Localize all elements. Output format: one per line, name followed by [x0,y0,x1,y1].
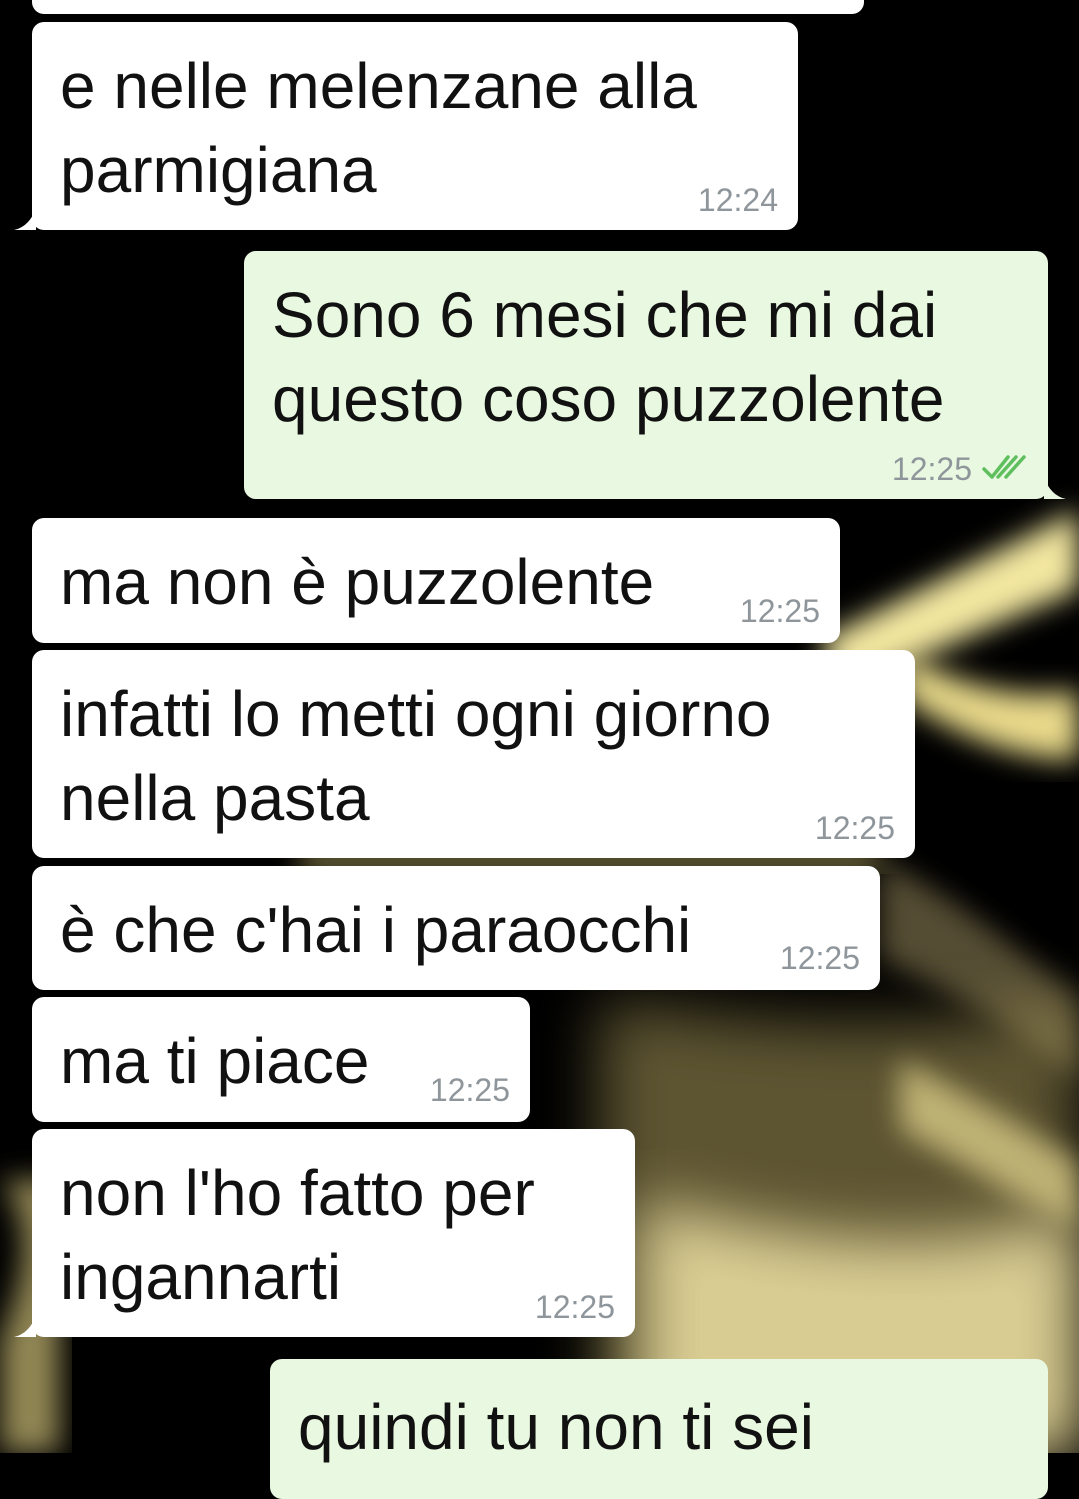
message-bubble-outgoing[interactable]: quindi tu non ti sei [270,1359,1048,1499]
message-text: infatti lo metti ogni giorno nella pasta [60,678,772,834]
message-timestamp: 12:24 [697,182,778,218]
message-text: quindi tu non ti sei [298,1391,814,1463]
bubble-tail [14,1315,36,1337]
message-bubble-incoming[interactable]: non l'ho fatto per ingannarti 12:25 [14,1129,635,1337]
message-bubble-incoming[interactable]: ma non è puzzolente 12:25 [32,518,840,643]
bubble-tail [1044,477,1066,499]
message-text: Sono 6 mesi che mi dai questo coso puzzo… [272,279,945,435]
message-bubble-incoming[interactable]: è che c'hai i paraocchi 12:25 [32,866,880,990]
double-check-icon [982,455,1026,479]
message-text: ma non è puzzolente [60,546,655,618]
message-text: non l'ho fatto per ingannarti [60,1157,535,1313]
message-bubble-outgoing[interactable]: Sono 6 mesi che mi dai questo coso puzzo… [244,251,1066,499]
message-timestamp: 12:25 [814,810,895,846]
message-text: e nelle melenzane alla parmigiana [60,50,697,206]
message-bubble-incoming[interactable]: ma ti piace 12:25 [32,997,530,1122]
message-timestamp: 12:25 [429,1072,510,1108]
message-timestamp: 12:25 [534,1289,615,1325]
message-timestamp: 12:25 [739,593,820,629]
message-bubble-incoming[interactable]: e nelle melenzane alla parmigiana 12:24 [14,22,798,230]
message-text: è che c'hai i paraocchi [60,894,692,966]
bubble-tail [14,208,36,230]
message-timestamp: 12:25 [779,940,860,976]
message-bubble-incoming[interactable]: infatti lo metti ogni giorno nella pasta… [32,650,915,858]
previous-message-bubble-edge [32,0,864,14]
message-timestamp: 12:25 [891,451,972,487]
